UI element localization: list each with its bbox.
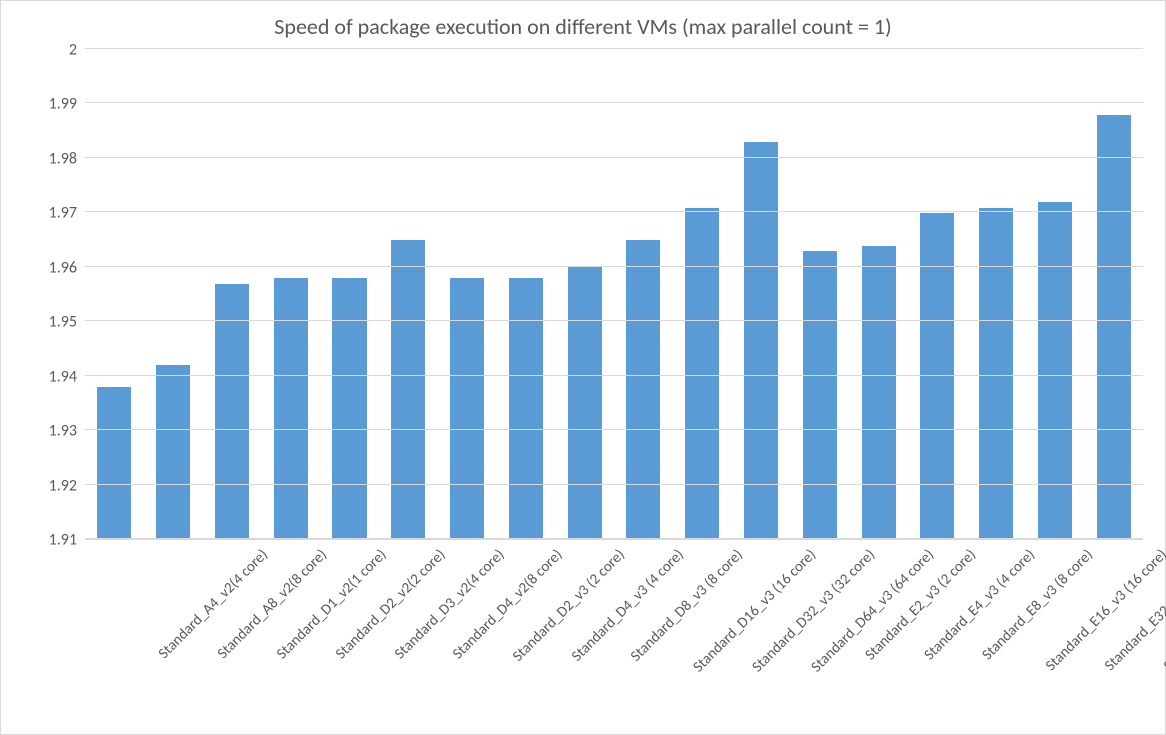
bar — [979, 208, 1013, 539]
y-tick-label: 1.92 — [49, 476, 77, 495]
gridline — [85, 429, 1143, 430]
bar — [685, 208, 719, 539]
bar-slot — [1084, 50, 1143, 539]
x-label-slot: Standard_E32_v3 (32 core) — [1026, 540, 1085, 720]
x-label-slot: Standard_A4_v2(4 core) — [85, 540, 144, 720]
x-label-slot: Standard_D8_v3 (8 core) — [555, 540, 614, 720]
plot-area — [85, 50, 1143, 540]
bars-layer — [85, 50, 1143, 539]
bar-slot — [438, 50, 497, 539]
x-axis-labels: Standard_A4_v2(4 core)Standard_A8_v2(8 c… — [85, 540, 1143, 720]
y-tick-label: 1.98 — [49, 149, 77, 168]
x-label-slot: Standard_D4_v2(8 core) — [379, 540, 438, 720]
x-label-slot: Standard_E8_v3 (8 core) — [908, 540, 967, 720]
bar — [274, 278, 308, 539]
bar-slot — [261, 50, 320, 539]
x-axis-spacer — [23, 540, 85, 720]
y-tick-label: 1.97 — [49, 204, 77, 223]
chart-title: Speed of package execution on different … — [23, 13, 1143, 40]
x-label-slot: Standard_E4_v3 (4 core) — [849, 540, 908, 720]
x-label-slot: Standard_A8_v2(8 core) — [144, 540, 203, 720]
bar — [920, 213, 954, 539]
gridline — [85, 157, 1143, 158]
gridline — [85, 266, 1143, 267]
bar — [1038, 202, 1072, 539]
bar-slot — [379, 50, 438, 539]
gridline — [85, 375, 1143, 376]
bar — [568, 267, 602, 539]
bar-slot — [849, 50, 908, 539]
y-tick-label: 1.91 — [49, 531, 77, 550]
x-label-slot: Standard_E2_v3 (2 core) — [790, 540, 849, 720]
y-tick-label: 1.99 — [49, 95, 77, 114]
bar-slot — [203, 50, 262, 539]
bar-slot — [1026, 50, 1085, 539]
gridline — [85, 538, 1143, 539]
x-label-slot: Standard_E16_v3 (16 core) — [967, 540, 1026, 720]
chart-container: Speed of package execution on different … — [0, 0, 1166, 735]
bar-slot — [614, 50, 673, 539]
bar — [391, 240, 425, 539]
gridline — [85, 102, 1143, 103]
bar — [626, 240, 660, 539]
y-tick-label: 1.95 — [49, 313, 77, 332]
x-label-slot: Standard_D2_v3 (2 core) — [438, 540, 497, 720]
bar — [450, 278, 484, 539]
bar — [803, 251, 837, 539]
y-tick-label: 1.94 — [49, 367, 77, 386]
y-tick-label: 1.96 — [49, 258, 77, 277]
bar — [156, 365, 190, 539]
bar-slot — [496, 50, 555, 539]
x-label-slot: Standard_D1_v2(1 core) — [203, 540, 262, 720]
bar-slot — [790, 50, 849, 539]
x-axis-wrap: Standard_A4_v2(4 core)Standard_A8_v2(8 c… — [23, 540, 1143, 720]
bar — [1097, 115, 1131, 539]
x-label-slot: Standard_D16_v3 (16 core) — [614, 540, 673, 720]
bar-slot — [908, 50, 967, 539]
bar — [97, 387, 131, 539]
x-label-slot: Standard_D64_v3 (64 core) — [732, 540, 791, 720]
x-label-slot: Standard_D4_v3 (4 core) — [496, 540, 555, 720]
x-label-slot: Standard_D2_v2(2 core) — [261, 540, 320, 720]
bar-slot — [967, 50, 1026, 539]
bar — [744, 142, 778, 539]
gridline — [85, 320, 1143, 321]
bar — [215, 284, 249, 539]
bar — [862, 246, 896, 539]
bar — [332, 278, 366, 539]
y-tick-label: 1.93 — [49, 422, 77, 441]
bar-slot — [555, 50, 614, 539]
gridline — [85, 484, 1143, 485]
bar-slot — [673, 50, 732, 539]
y-tick-label: 2 — [69, 41, 77, 60]
plot-wrap: 1.911.921.931.941.951.961.971.981.992 — [23, 50, 1143, 540]
x-label-slot: Standard_D32_v3 (32 core) — [673, 540, 732, 720]
gridline — [85, 48, 1143, 49]
bar-slot — [732, 50, 791, 539]
bar-slot — [320, 50, 379, 539]
x-label-slot: Standard_D3_v2(4 core) — [320, 540, 379, 720]
bar — [509, 278, 543, 539]
y-axis: 1.911.921.931.941.951.961.971.981.992 — [23, 50, 85, 540]
bar-slot — [85, 50, 144, 539]
x-label-slot: Standard_E64_v3 (64 core) — [1084, 540, 1143, 720]
gridline — [85, 211, 1143, 212]
bar-slot — [144, 50, 203, 539]
